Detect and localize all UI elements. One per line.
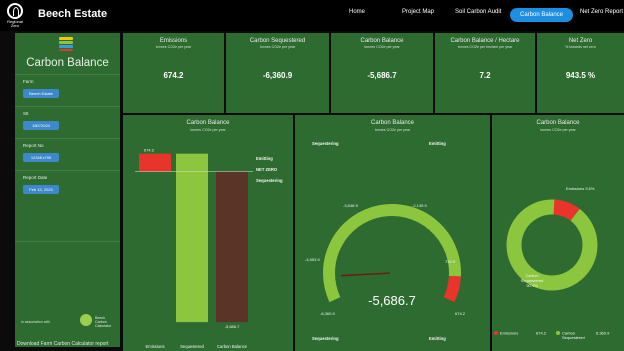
kpi-carbon-balance-per-hectare: Carbon Balance / Hectare tonnes CO2e per… bbox=[435, 33, 535, 113]
slice-label-sequestered: 90.4% bbox=[526, 283, 538, 288]
association-credit: in association with bbox=[21, 320, 51, 324]
nav-net-zero-report[interactable]: Net Zero Report bbox=[580, 9, 623, 15]
kpi-value: 943.5 % bbox=[565, 71, 596, 80]
farm-label: Farm bbox=[23, 79, 34, 84]
bar-chart-panel: Carbon Balance tonnes CO2e per year 674.… bbox=[123, 115, 293, 351]
kpi-title: Carbon Balance / Hectare bbox=[450, 38, 520, 44]
kpi-net-zero: Net Zero % towards net zero 943.5 % bbox=[537, 33, 624, 113]
report-no-label: Report No bbox=[23, 143, 44, 148]
kpi-subtitle: tonnes CO2e per year bbox=[259, 45, 296, 49]
kpi-subtitle: tonnes CO2e per year bbox=[155, 45, 192, 49]
app-title: Beech Estate bbox=[38, 8, 108, 20]
farm-select[interactable]: Beech Estate bbox=[23, 89, 59, 98]
top-bar: Regional Zero Beech Estate Home Project … bbox=[0, 0, 624, 31]
gauge-panel: Carbon Balance tonnes CO2e per year Sequ… bbox=[295, 115, 490, 351]
download-report-link[interactable]: Download Farm Carbon Calculator report bbox=[17, 341, 108, 347]
sidebar-divider bbox=[15, 241, 120, 242]
x-tick-label: Sequestered bbox=[180, 344, 204, 349]
annotation-emitting: Emitting bbox=[256, 156, 273, 161]
kpi-title: Emissions bbox=[159, 38, 188, 44]
legend-label: Emissions bbox=[500, 331, 518, 336]
nav-home[interactable]: Home bbox=[349, 9, 365, 15]
gauge-sequestering-arc bbox=[323, 204, 461, 303]
legend-value: 6,360.9 bbox=[596, 331, 610, 336]
donut-slice-carbon-sequestered bbox=[506, 199, 598, 291]
sidebar-title: Carbon Balance bbox=[26, 57, 109, 69]
kpi-title: Net Zero bbox=[568, 38, 593, 44]
gauge-needle bbox=[341, 272, 391, 277]
sit-select[interactable]: 18072024 bbox=[23, 121, 59, 130]
legend-swatch-emissions bbox=[494, 331, 498, 335]
sit-filter: SIt 18072024 bbox=[15, 106, 120, 138]
report-date-label: Report Date bbox=[23, 175, 48, 180]
legend-value: 674.2 bbox=[536, 331, 547, 336]
nav-carbon-balance[interactable]: Carbon Balance bbox=[510, 8, 573, 22]
kpi-subtitle: tonnes CO2e per hectare per year bbox=[457, 45, 513, 49]
donut-slice-emissions bbox=[553, 199, 580, 222]
legend-swatch-sequestered bbox=[556, 331, 560, 335]
nav-soil-carbon-audit[interactable]: Soil Carbon Audit bbox=[455, 9, 501, 15]
kpi-value: 674.2 bbox=[163, 71, 184, 80]
gauge-tick-label: -2,139.9 bbox=[412, 203, 427, 208]
logo-text: Regional Zero bbox=[7, 19, 23, 28]
gauge-tick-label: -6,360.9 bbox=[320, 311, 335, 316]
annotation-net-zero: NET ZERO bbox=[256, 167, 278, 172]
gauge-tick-label: -4,953.9 bbox=[305, 257, 320, 262]
bar-emissions bbox=[139, 153, 171, 172]
kpi-subtitle: % towards net zero bbox=[565, 45, 596, 49]
gauge-tick-label: -3,546.9 bbox=[343, 203, 358, 208]
gauge-tick-label: 732.9 bbox=[445, 259, 456, 264]
sit-label: SIt bbox=[23, 111, 29, 116]
kpi-subtitle: tonnes CO2e per year bbox=[364, 45, 400, 49]
gauge-tick-label: 674.2 bbox=[455, 311, 466, 316]
report-date-filter: Report Date Feb 13, 2023 bbox=[15, 170, 120, 202]
kpi-carbon-sequestered: Carbon Sequestered tonnes CO2e per year … bbox=[226, 33, 329, 113]
x-tick-label: Emissions bbox=[145, 344, 164, 349]
globe-leaf-icon bbox=[7, 3, 23, 19]
kpi-carbon-balance: Carbon Balance tonnes CO2e per year -5,6… bbox=[331, 33, 433, 113]
report-no-select[interactable]: 1234Ex799 bbox=[23, 153, 59, 162]
regional-zero-logo[interactable]: Regional Zero bbox=[3, 3, 27, 28]
calculator-mark-icon bbox=[80, 314, 92, 326]
sidebar: Carbon Balance Farm Beech Estate SIt 180… bbox=[15, 33, 120, 347]
gauge-chart: -6,360.9 -4,953.9 -3,546.9 -2,139.9 732.9 674… bbox=[305, 203, 466, 316]
kpi-value: -5,686.7 bbox=[367, 71, 397, 80]
nav-project-map[interactable]: Project Map bbox=[402, 9, 434, 15]
gauge-value: -5,686.7 bbox=[368, 293, 416, 308]
donut-chart: Emissions 9.6%CarbonSequestered90.4%Emis… bbox=[494, 186, 610, 340]
calculator-logo-icon bbox=[59, 37, 73, 51]
kpi-value: -6,360.9 bbox=[262, 71, 293, 80]
farm-filter: Farm Beech Estate bbox=[15, 74, 120, 106]
donut-panel: Carbon Balance tonnes CO2e per year Emis… bbox=[492, 115, 624, 351]
report-date-select[interactable]: Feb 13, 2023 bbox=[23, 185, 59, 194]
legend-label: Sequestered bbox=[562, 335, 585, 340]
calculator-mark-text: Beech Carbon Calculator bbox=[95, 316, 112, 328]
bar-carbon-balance bbox=[216, 171, 248, 323]
kpi-title: Carbon Balance bbox=[360, 38, 404, 44]
bar-sequestered bbox=[176, 153, 208, 323]
bar-chart: 674.2 -5,686.7 Emissions Sequestered Carbon … bbox=[135, 148, 253, 349]
kpi-emissions: Emissions tonnes CO2e per year 674.2 bbox=[123, 33, 224, 113]
report-no-filter: Report No 1234Ex799 bbox=[15, 138, 120, 170]
x-tick-label: Carbon Balance bbox=[217, 344, 248, 349]
gauge-emitting-arc bbox=[443, 275, 461, 303]
kpi-title: Carbon Sequestered bbox=[249, 38, 306, 44]
data-label-emissions: 674.2 bbox=[144, 148, 155, 153]
data-label-carbon-balance: -5,686.7 bbox=[225, 324, 240, 329]
kpi-value: 7.2 bbox=[479, 71, 491, 80]
annotation-sequestering: Sequestering bbox=[256, 178, 283, 183]
slice-label-emissions: Emissions 9.6% bbox=[566, 186, 595, 191]
